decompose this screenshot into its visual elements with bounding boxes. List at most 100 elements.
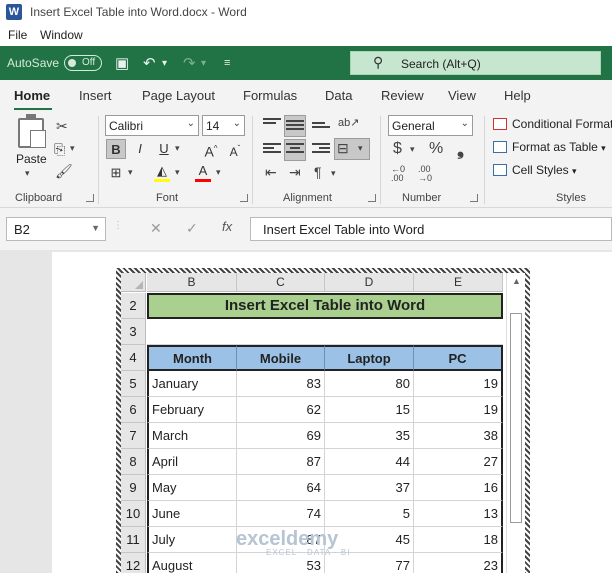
name-box[interactable]: B2 ▼ (6, 217, 106, 241)
tab-formulas[interactable]: Formulas (243, 88, 297, 103)
clipboard-launcher-icon[interactable] (86, 194, 94, 202)
paste-icon[interactable] (18, 114, 46, 148)
font-launcher-icon[interactable] (240, 194, 248, 202)
header-pc[interactable]: PC (414, 345, 503, 371)
row-header[interactable]: 9 (121, 475, 146, 501)
column-header-e[interactable]: E (414, 273, 503, 292)
formula-input[interactable]: Insert Excel Table into Word (250, 217, 612, 241)
empty-row-cell[interactable] (147, 319, 503, 345)
redo-icon[interactable]: ↷ (183, 54, 196, 72)
format-painter-icon[interactable]: 🖌 (55, 163, 73, 180)
paste-button-label[interactable]: Paste (16, 152, 47, 166)
row-header[interactable]: 6 (121, 397, 146, 423)
row-header[interactable]: 2 (121, 293, 146, 319)
decrease-indent-icon[interactable]: ⇤ (265, 164, 277, 181)
currency-icon[interactable]: $ (393, 140, 402, 158)
laptop-cell[interactable]: 80 (325, 371, 414, 397)
increase-font-icon[interactable]: A^ (201, 139, 221, 160)
align-right-icon[interactable] (312, 143, 330, 157)
pc-cell[interactable]: 13 (414, 501, 503, 527)
mobile-cell[interactable]: 83 (237, 371, 325, 397)
currency-dropdown-icon[interactable]: ▾ (410, 144, 415, 155)
laptop-cell[interactable]: 35 (325, 423, 414, 449)
row-header[interactable]: 12 (121, 553, 146, 573)
merge-center-icon[interactable]: ⊟ (337, 140, 349, 157)
format-as-table-button[interactable]: Format as Table ▾ (493, 140, 606, 154)
alignment-launcher-icon[interactable] (368, 194, 376, 202)
underline-dropdown-icon[interactable]: ▾ (175, 143, 180, 154)
tab-view[interactable]: View (448, 88, 476, 103)
italic-button[interactable]: I (130, 139, 150, 159)
pc-cell[interactable]: 38 (414, 423, 503, 449)
enter-icon[interactable]: ✓ (186, 220, 198, 237)
scrollbar-thumb[interactable] (510, 313, 522, 523)
orientation-icon[interactable]: ab↗ (338, 116, 359, 129)
align-left-icon[interactable] (263, 143, 281, 157)
row-header[interactable]: 4 (121, 345, 146, 371)
tab-page-layout[interactable]: Page Layout (142, 88, 215, 103)
header-month[interactable]: Month (147, 345, 237, 371)
number-format-select[interactable]: General ⌄ (388, 115, 473, 136)
row-header[interactable]: 8 (121, 449, 146, 475)
month-cell[interactable]: February (147, 397, 237, 423)
redo-dropdown-icon[interactable]: ▾ (201, 58, 206, 69)
row-header[interactable]: 11 (121, 527, 146, 553)
table-title-cell[interactable]: Insert Excel Table into Word (147, 293, 503, 319)
laptop-cell[interactable]: 15 (325, 397, 414, 423)
copy-icon[interactable]: ⎘ (54, 141, 65, 158)
underline-button[interactable]: U (154, 139, 174, 159)
insert-function-icon[interactable]: fx (222, 219, 232, 234)
increase-decimal-icon[interactable]: ←0.00 (391, 165, 405, 183)
undo-icon[interactable]: ↶ (143, 54, 156, 72)
pc-cell[interactable]: 16 (414, 475, 503, 501)
fill-color-dropdown-icon[interactable]: ▾ (175, 167, 180, 178)
merge-dropdown-icon[interactable]: ▾ (358, 143, 363, 154)
customize-qat-icon[interactable]: ≡ (224, 57, 230, 69)
month-cell[interactable]: August (147, 553, 237, 573)
mobile-cell[interactable]: 64 (237, 475, 325, 501)
cut-icon[interactable]: ✂ (56, 118, 68, 135)
tab-home[interactable]: Home (14, 88, 50, 103)
pc-cell[interactable]: 18 (414, 527, 503, 553)
font-name-select[interactable]: Calibri ⌄ (105, 115, 199, 136)
month-cell[interactable]: May (147, 475, 237, 501)
bold-button[interactable]: B (106, 139, 126, 159)
laptop-cell[interactable]: 5 (325, 501, 414, 527)
search-box[interactable]: ⚲ Search (Alt+Q) (350, 51, 601, 75)
paste-dropdown-icon[interactable]: ▾ (25, 168, 30, 179)
tab-insert[interactable]: Insert (79, 88, 112, 103)
borders-dropdown-icon[interactable]: ▾ (128, 167, 133, 178)
mobile-cell[interactable]: 74 (237, 501, 325, 527)
menu-file[interactable]: File (8, 28, 27, 42)
pc-cell[interactable]: 19 (414, 397, 503, 423)
pc-cell[interactable]: 23 (414, 553, 503, 573)
column-header-b[interactable]: B (147, 273, 237, 292)
mobile-cell[interactable]: 87 (237, 449, 325, 475)
fill-color-icon[interactable]: ◭ (152, 161, 172, 181)
tab-data[interactable]: Data (325, 88, 352, 103)
autosave-toggle[interactable]: Off (64, 55, 102, 71)
pc-cell[interactable]: 19 (414, 371, 503, 397)
mobile-cell[interactable]: 62 (237, 397, 325, 423)
increase-indent-icon[interactable]: ⇥ (289, 164, 301, 181)
comma-style-icon[interactable]: ❟ (457, 139, 464, 160)
pc-cell[interactable]: 27 (414, 449, 503, 475)
percent-icon[interactable]: % (429, 140, 443, 158)
row-header[interactable]: 3 (121, 319, 146, 345)
month-cell[interactable]: March (147, 423, 237, 449)
row-header[interactable]: 10 (121, 501, 146, 527)
top-align-icon[interactable] (263, 118, 281, 132)
tab-help[interactable]: Help (504, 88, 531, 103)
bottom-align-icon[interactable] (312, 122, 330, 136)
conditional-formatting-button[interactable]: Conditional Format (493, 117, 612, 131)
middle-align-icon[interactable] (286, 120, 304, 134)
column-header-d[interactable]: D (325, 273, 414, 292)
decrease-decimal-icon[interactable]: .00 →0 (418, 165, 432, 183)
laptop-cell[interactable]: 44 (325, 449, 414, 475)
tab-review[interactable]: Review (381, 88, 424, 103)
month-cell[interactable]: January (147, 371, 237, 397)
borders-icon[interactable]: ⊞ (106, 163, 126, 183)
row-header[interactable]: 7 (121, 423, 146, 449)
scroll-up-icon[interactable]: ▲ (512, 276, 521, 286)
header-mobile[interactable]: Mobile (237, 345, 325, 371)
